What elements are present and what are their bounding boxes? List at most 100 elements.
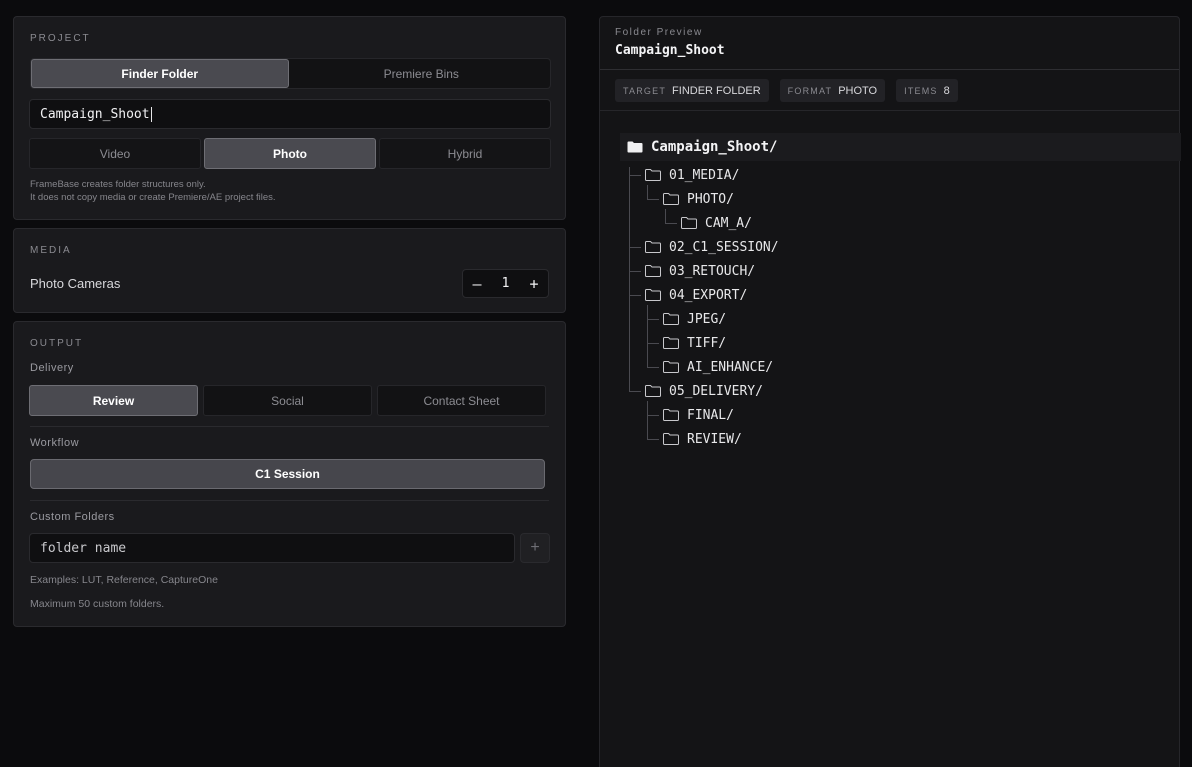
folder-icon (645, 385, 661, 397)
target-chip-value: FINDER FOLDER (672, 84, 761, 97)
tree-item[interactable]: REVIEW/ (663, 429, 742, 449)
project-note-line1: FrameBase creates folder structures only… (30, 179, 206, 190)
tree-item-label: 03_RETOUCH/ (669, 263, 756, 279)
tree-item[interactable]: 05_DELIVERY/ (645, 381, 763, 401)
format-hybrid-button[interactable]: Hybrid (379, 138, 551, 169)
tree-item[interactable]: AI_ENHANCE/ (663, 357, 773, 377)
folder-icon (645, 169, 661, 181)
folder-icon (663, 337, 679, 349)
tree-guide-branch (629, 247, 641, 248)
tree-guide-branch (665, 223, 677, 224)
tree-item[interactable]: TIFF/ (663, 333, 726, 353)
project-name-input[interactable]: Campaign_Shoot (29, 99, 551, 129)
target-chip-key: TARGET (623, 85, 667, 96)
project-section-title: PROJECT (30, 33, 91, 44)
tree-guide-branch (629, 295, 641, 296)
tree-guide-depth1 (629, 167, 630, 391)
custom-folders-label: Custom Folders (30, 511, 115, 523)
format-chip-key: FORMAT (787, 85, 833, 96)
tree-guide-branch (647, 343, 659, 344)
project-note-line2: It does not copy media or create Premier… (30, 192, 276, 203)
tree-guide-branch (629, 175, 641, 176)
tree-item[interactable]: 04_EXPORT/ (645, 285, 747, 305)
folder-filled-icon (627, 141, 643, 153)
folder-preview-label: Folder Preview (615, 27, 703, 38)
tree-guide-depth3 (665, 209, 666, 223)
target-finder-folder-button[interactable]: Finder Folder (31, 59, 289, 88)
items-chip-value: 8 (943, 84, 950, 97)
output-divider-2 (30, 500, 549, 501)
format-video-button[interactable]: Video (29, 138, 201, 169)
target-premiere-bins-button[interactable]: Premiere Bins (293, 59, 551, 88)
tree-item-label: 01_MEDIA/ (669, 167, 740, 183)
tree-item[interactable]: FINAL/ (663, 405, 734, 425)
add-custom-folder-button[interactable]: + (520, 533, 550, 563)
folder-preview-title: Campaign_Shoot (615, 43, 725, 58)
delivery-contact-sheet-button[interactable]: Contact Sheet (377, 385, 546, 416)
folder-icon (663, 193, 679, 205)
workflow-label: Workflow (30, 437, 80, 449)
tree-guide-branch (629, 271, 641, 272)
preview-chips: TARGET FINDER FOLDER FORMAT PHOTO ITEMS … (615, 79, 958, 102)
delivery-social-button[interactable]: Social (203, 385, 372, 416)
custom-folders-max: Maximum 50 custom folders. (30, 598, 165, 610)
tree-item-label: FINAL/ (687, 407, 734, 423)
target-segmented-control: Finder Folder Premiere Bins (30, 58, 551, 89)
tree-item[interactable]: 01_MEDIA/ (645, 165, 739, 185)
format-segmented-control: Video Photo Hybrid (29, 138, 551, 169)
preview-header-divider (600, 69, 1179, 70)
photo-cameras-value: 1 (501, 276, 510, 291)
custom-folder-input[interactable]: folder name (29, 533, 515, 563)
output-divider-1 (30, 426, 549, 427)
folder-icon (645, 265, 661, 277)
tree-guide-depth2 (647, 185, 648, 199)
tree-guide-depth2 (647, 305, 648, 367)
tree-guide-branch (629, 391, 641, 392)
tree-item-label: 02_C1_SESSION/ (669, 239, 779, 255)
target-chip: TARGET FINDER FOLDER (615, 79, 769, 102)
tree-item[interactable]: 03_RETOUCH/ (645, 261, 755, 281)
delivery-label: Delivery (30, 362, 74, 374)
items-chip: ITEMS 8 (896, 79, 958, 102)
tree-item[interactable]: 02_C1_SESSION/ (645, 237, 779, 257)
increment-button[interactable]: + (526, 275, 542, 293)
output-panel: OUTPUT Delivery Review Social Contact Sh… (13, 321, 566, 627)
folder-icon (663, 361, 679, 373)
folder-icon (681, 217, 697, 229)
tree-root-label: Campaign_Shoot/ (651, 139, 778, 155)
tree-item-label: CAM_A/ (705, 215, 752, 231)
format-chip: FORMAT PHOTO (779, 79, 886, 102)
tree-guide-branch (647, 415, 659, 416)
folder-icon (645, 241, 661, 253)
photo-cameras-label: Photo Cameras (30, 276, 121, 291)
tree-guide-depth2 (647, 401, 648, 439)
custom-folder-placeholder: folder name (40, 540, 127, 556)
folder-icon (663, 433, 679, 445)
custom-folders-examples: Examples: LUT, Reference, CaptureOne (30, 574, 218, 586)
tree-item-label: 04_EXPORT/ (669, 287, 748, 303)
text-caret (150, 106, 152, 122)
tree-root-row[interactable]: Campaign_Shoot/ (620, 133, 1181, 161)
tree-item[interactable]: PHOTO/ (663, 189, 734, 209)
tree-guide-branch (647, 439, 659, 440)
output-section-title: OUTPUT (30, 338, 84, 349)
tree-item-label: AI_ENHANCE/ (687, 359, 774, 375)
media-panel: MEDIA Photo Cameras – 1 + (13, 228, 566, 313)
format-chip-value: PHOTO (838, 84, 878, 97)
tree-item[interactable]: CAM_A/ (681, 213, 752, 233)
project-name-value: Campaign_Shoot (40, 106, 150, 122)
photo-cameras-stepper[interactable]: – 1 + (462, 269, 549, 298)
folder-icon (663, 313, 679, 325)
tree-guide-branch (647, 199, 659, 200)
tree-guide-branch (647, 367, 659, 368)
folder-icon (663, 409, 679, 421)
folder-preview-panel: Folder Preview Campaign_Shoot TARGET FIN… (599, 16, 1181, 767)
workflow-c1-session-button[interactable]: C1 Session (30, 459, 545, 489)
media-section-title: MEDIA (30, 245, 72, 256)
tree-item[interactable]: JPEG/ (663, 309, 726, 329)
tree-guide-branch (647, 319, 659, 320)
format-photo-button[interactable]: Photo (204, 138, 376, 169)
decrement-button[interactable]: – (469, 275, 485, 293)
items-chip-key: ITEMS (904, 85, 938, 96)
delivery-review-button[interactable]: Review (29, 385, 198, 416)
